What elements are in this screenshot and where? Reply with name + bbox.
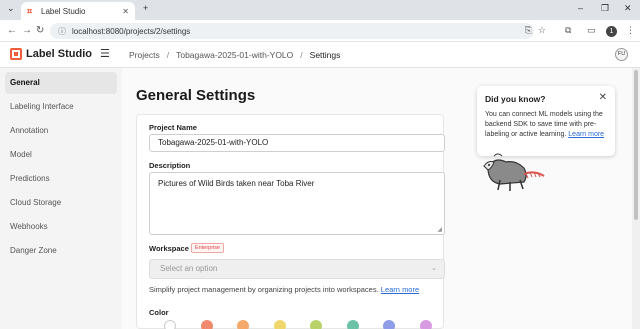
browser-profile-avatar[interactable]: 1 [606,26,617,37]
workspace-hint: Simplify project management by organizin… [149,285,419,294]
sidebar-item-general[interactable]: General [5,72,117,94]
breadcrumb-projects[interactable]: Projects [129,50,160,60]
tip-learn-more-link[interactable]: Learn more [568,131,604,138]
app-header: Label Studio ☰ Projects / Tobagawa-2025-01… [0,42,640,68]
split-view-icon[interactable]: ▭ [587,25,596,36]
general-settings-form: Project Name Tobagawa-2025-01-with-YOLO … [136,114,445,329]
color-swatch[interactable] [273,320,286,329]
breadcrumb-separator: / [300,50,303,60]
url-field[interactable]: ⓘ localhost:8080/projects/2/settings [50,23,534,39]
sidebar-item-danger-zone[interactable]: Danger Zone [5,240,117,262]
restore-icon[interactable]: ❐ [601,3,609,14]
breadcrumb: Projects / Tobagawa-2025-01-with-YOLO / Sett… [129,50,340,60]
did-you-know-popover: Did you know? ✕ You can connect ML model… [477,86,615,156]
sidebar-item-cloud-storage[interactable]: Cloud Storage [5,192,117,214]
user-avatar[interactable]: FU [615,48,628,61]
bookmark-star-icon[interactable]: ☆ [538,25,546,36]
color-swatch[interactable] [200,320,213,329]
scrollbar-thumb[interactable] [634,70,638,220]
browser-tab-bar: ⌄ ⌗ Label Studio ✕ + – ❐ ✕ [0,0,640,20]
extensions-icon[interactable]: ⧉ [565,25,571,36]
breadcrumb-separator: / [166,50,170,60]
color-swatch[interactable] [164,320,176,329]
color-label: Color [149,308,169,317]
forward-icon[interactable]: → [22,25,32,36]
workspace-learn-more-link[interactable]: Learn more [381,285,419,294]
close-window-icon[interactable]: ✕ [624,3,632,14]
enterprise-badge: Enterprise [191,243,225,253]
hamburger-menu-icon[interactable]: ☰ [100,49,110,60]
logo-text: Label Studio [26,48,92,60]
new-tab-icon[interactable]: + [143,3,148,13]
site-info-icon[interactable]: ⓘ [58,26,66,37]
reload-icon[interactable]: ↻ [36,25,44,36]
breadcrumb-project[interactable]: Tobagawa-2025-01-with-YOLO [176,50,293,60]
tip-title: Did you know? [485,94,546,104]
color-swatch[interactable] [310,320,322,329]
translate-icon[interactable]: ⎘ [525,25,532,36]
opossum-mascot-icon [483,153,545,191]
sidebar-item-labeling-interface[interactable]: Labeling Interface [5,96,117,118]
sidebar-item-annotation[interactable]: Annotation [5,120,117,142]
color-swatch[interactable] [237,320,249,329]
browser-tab[interactable]: ⌗ Label Studio ✕ [21,2,135,20]
close-icon[interactable]: ✕ [599,92,607,103]
chevron-down-icon: ⌄ [431,265,437,272]
sidebar-item-webhooks[interactable]: Webhooks [5,216,117,238]
description-textarea[interactable]: Pictures of Wild Birds taken near Toba R… [149,172,445,235]
sidebar-item-model[interactable]: Model [5,144,117,166]
back-icon[interactable]: ← [7,25,17,36]
workspace-hint-text: Simplify project management by organizin… [149,285,379,294]
resize-handle-icon[interactable]: ◢ [437,226,442,233]
project-name-label: Project Name [149,123,197,132]
project-name-input[interactable]: Tobagawa-2025-01-with-YOLO [149,134,445,152]
color-swatch[interactable] [419,320,432,329]
browser-address-bar: ← → ↻ ⓘ localhost:8080/projects/2/settin… [0,20,640,42]
workspace-select[interactable]: Select an option ⌄ [149,259,445,279]
sidebar-item-predictions[interactable]: Predictions [5,168,117,190]
description-text: Pictures of Wild Birds taken near Toba R… [158,179,315,188]
page-scrollbar[interactable] [632,68,640,329]
workspace-label: Workspace [149,244,189,253]
breadcrumb-settings: Settings [309,50,341,60]
label-studio-favicon-icon: ⌗ [27,5,33,16]
tip-body: You can connect ML models using the back… [485,110,607,140]
logo-mark-icon [10,48,22,60]
browser-menu-icon[interactable]: ⋮ [626,25,635,36]
color-swatch[interactable] [383,320,395,329]
page-title: General Settings [136,87,256,104]
browser-tab-title: Label Studio [41,6,86,16]
url-text: localhost:8080/projects/2/settings [72,26,191,36]
close-tab-icon[interactable]: ✕ [122,7,129,16]
settings-sidebar: General Labeling Interface Annotation Mo… [0,68,122,329]
tab-menu-chevron-icon[interactable]: ⌄ [7,3,15,14]
color-swatch[interactable] [346,320,359,329]
description-label: Description [149,161,191,170]
label-studio-logo[interactable]: Label Studio [10,48,92,60]
workspace-select-placeholder: Select an option [160,264,218,273]
minimize-icon[interactable]: – [578,3,583,13]
